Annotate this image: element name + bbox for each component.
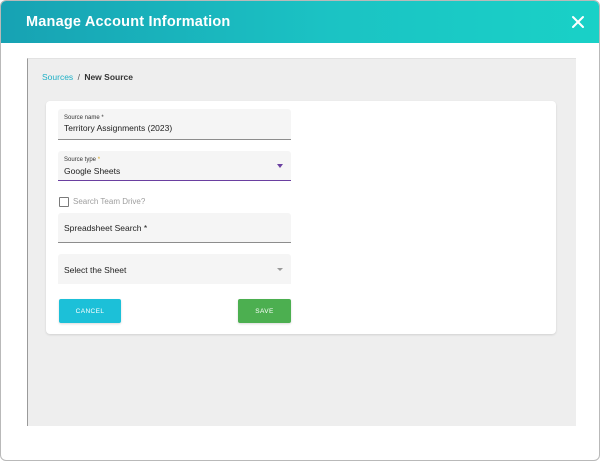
source-type-label: Source type * [64, 157, 101, 163]
dialog-header: Manage Account Information [1, 1, 599, 43]
spreadsheet-search-placeholder: Spreadsheet Search * [64, 223, 148, 233]
spreadsheet-search-input[interactable]: Spreadsheet Search * [58, 213, 291, 243]
source-type-select[interactable]: Source type * Google Sheets [58, 151, 291, 181]
breadcrumb: Sources / New Source [42, 72, 133, 82]
cancel-button[interactable]: CANCEL [59, 299, 121, 323]
sheet-select[interactable]: Select the Sheet [58, 254, 291, 284]
source-type-value: Google Sheets [64, 166, 121, 176]
source-name-value: Territory Assignments (2023) [64, 123, 173, 133]
breadcrumb-separator: / [77, 72, 80, 82]
search-team-drive-label: Search Team Drive? [73, 197, 146, 206]
manage-account-dialog: Manage Account Information Sources / New… [0, 0, 600, 461]
close-icon[interactable] [569, 13, 587, 31]
breadcrumb-sources-link[interactable]: Sources [42, 72, 73, 82]
dialog-title: Manage Account Information [26, 14, 231, 30]
sheet-select-placeholder: Select the Sheet [64, 265, 127, 275]
save-button[interactable]: SAVE [238, 299, 291, 323]
breadcrumb-current: New Source [84, 72, 133, 82]
new-source-form: Source name * Territory Assignments (202… [46, 101, 556, 334]
search-team-drive-checkbox[interactable] [59, 197, 69, 207]
source-name-field[interactable]: Source name * Territory Assignments (202… [58, 109, 291, 140]
content-panel: Sources / New Source Source name * Terri… [27, 58, 576, 426]
caret-down-icon [277, 268, 283, 271]
source-name-label: Source name * [64, 115, 104, 121]
caret-down-icon [277, 164, 283, 168]
